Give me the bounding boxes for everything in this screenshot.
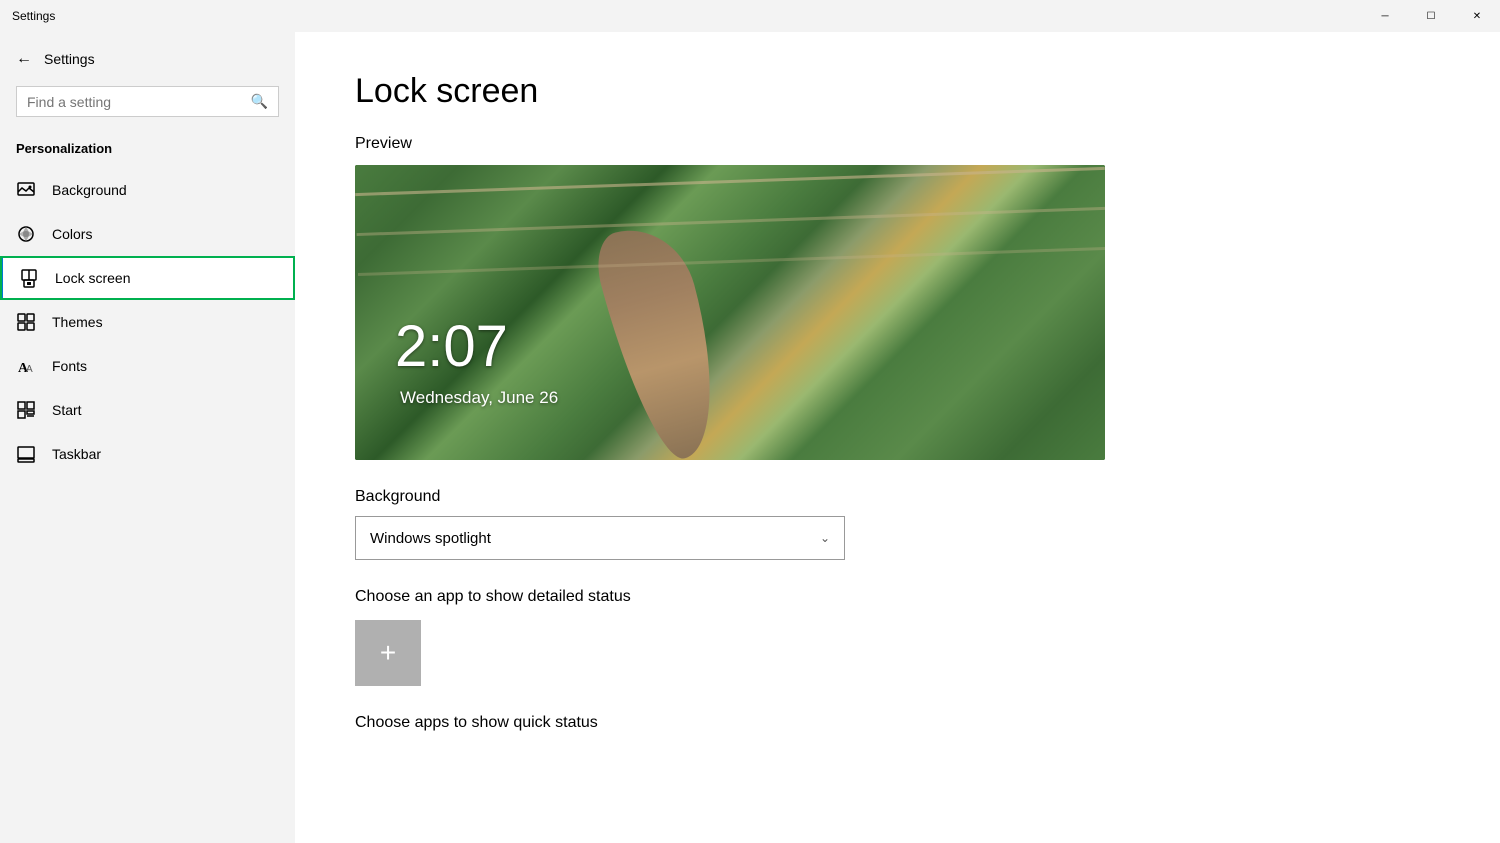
background-dropdown-value: Windows spotlight (370, 530, 491, 547)
start-label: Start (52, 402, 82, 418)
background-label: Background (52, 182, 127, 198)
taskbar-icon (16, 444, 36, 464)
minimize-button[interactable]: ─ (1362, 0, 1408, 32)
detail-status-label: Choose an app to show detailed status (355, 588, 1440, 606)
chevron-down-icon: ⌄ (820, 531, 830, 545)
preview-date: Wednesday, June 26 (400, 388, 558, 408)
sidebar-item-start[interactable]: Start (0, 388, 295, 432)
titlebar-title: Settings (12, 9, 55, 23)
lock-screen-preview: 2:07 Wednesday, June 26 (355, 165, 1105, 460)
taskbar-label: Taskbar (52, 446, 101, 462)
close-button[interactable]: ✕ (1454, 0, 1500, 32)
lock-screen-label: Lock screen (55, 270, 130, 286)
background-icon (16, 180, 36, 200)
titlebar-left: Settings (12, 9, 55, 23)
sidebar-item-themes[interactable]: Themes (0, 300, 295, 344)
page-title: Lock screen (355, 72, 1440, 111)
back-label: Settings (44, 51, 95, 67)
fonts-icon: A A (16, 356, 36, 376)
background-dropdown[interactable]: Windows spotlight ⌄ (355, 516, 845, 560)
sidebar: ← Settings 🔍 Personalization Background (0, 32, 295, 843)
themes-label: Themes (52, 314, 103, 330)
themes-icon (16, 312, 36, 332)
titlebar-controls: ─ ☐ ✕ (1362, 0, 1500, 32)
preview-label: Preview (355, 135, 1440, 153)
add-detail-app-button[interactable]: + (355, 620, 421, 686)
svg-text:A: A (26, 364, 33, 375)
main-content: Lock screen Preview 2:07 Wednesday, June… (295, 32, 1500, 843)
search-icon[interactable]: 🔍 (251, 93, 268, 110)
preview-time: 2:07 (395, 313, 508, 380)
search-box: 🔍 (16, 86, 279, 117)
maximize-button[interactable]: ☐ (1408, 0, 1454, 32)
background-section-label: Background (355, 488, 1440, 506)
titlebar: Settings ─ ☐ ✕ (0, 0, 1500, 32)
sidebar-item-fonts[interactable]: A A Fonts (0, 344, 295, 388)
quick-status-label: Choose apps to show quick status (355, 714, 1440, 732)
start-icon (16, 400, 36, 420)
sidebar-item-colors[interactable]: Colors (0, 212, 295, 256)
sidebar-item-lock-screen[interactable]: Lock screen (0, 256, 295, 300)
sidebar-item-background[interactable]: Background (0, 168, 295, 212)
back-arrow-icon: ← (16, 50, 32, 68)
colors-label: Colors (52, 226, 92, 242)
lock-screen-icon (19, 268, 39, 288)
sidebar-item-taskbar[interactable]: Taskbar (0, 432, 295, 476)
app-body: ← Settings 🔍 Personalization Background (0, 32, 1500, 843)
back-button[interactable]: ← Settings (0, 42, 111, 76)
colors-icon (16, 224, 36, 244)
search-input[interactable] (27, 94, 251, 110)
section-title: Personalization (0, 133, 295, 168)
fonts-label: Fonts (52, 358, 87, 374)
